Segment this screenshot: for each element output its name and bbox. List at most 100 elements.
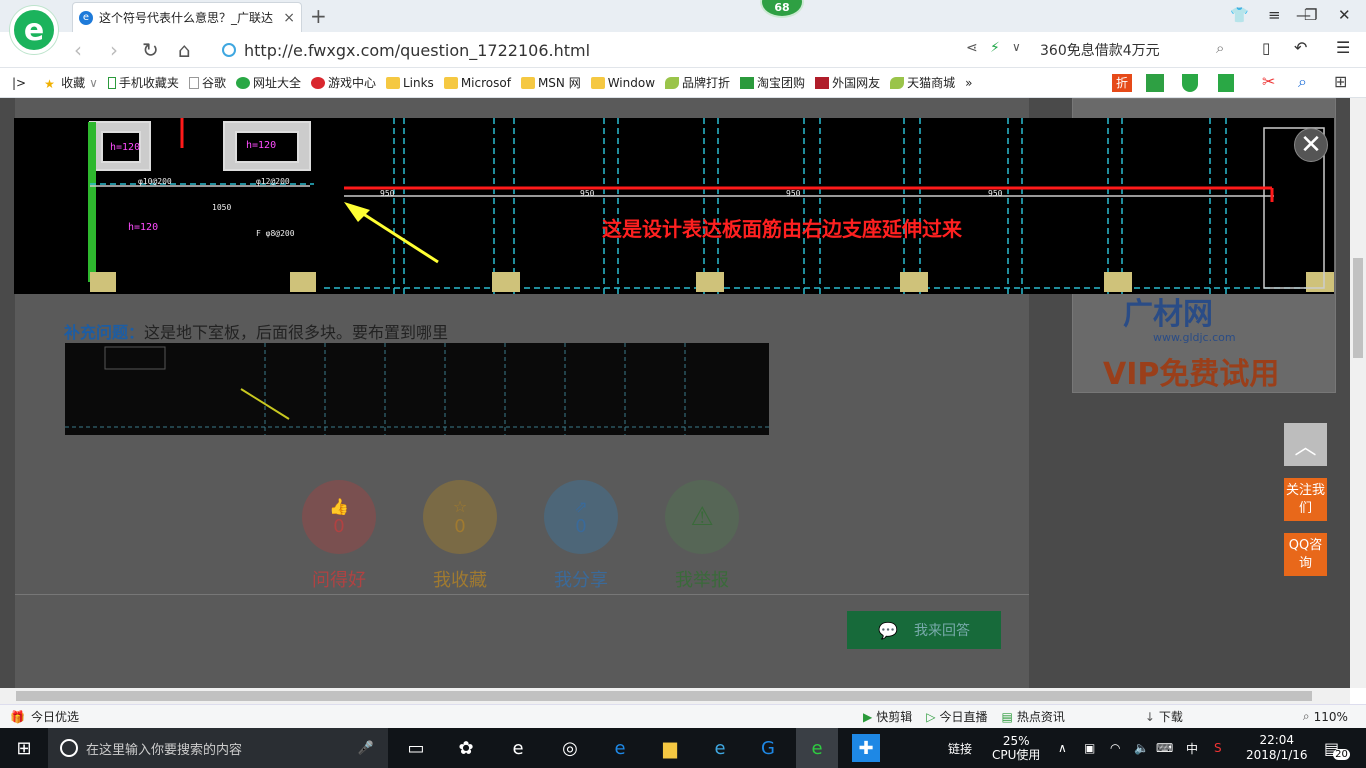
sogou-icon[interactable]: S [1214,728,1222,768]
task-view-icon[interactable]: ▭ [402,734,430,762]
app-icon[interactable]: ◎ [556,734,584,762]
translate-icon[interactable] [1218,74,1234,92]
bookmark-item[interactable]: 网址大全 [235,74,301,91]
mobile-icon[interactable]: ▯ [1262,39,1270,57]
windows-start-icon[interactable]: ⊞ [10,734,38,762]
menu-icon[interactable]: ≡ [1268,6,1281,24]
zoom-level[interactable]: 110% [1314,710,1348,724]
url-field[interactable]: http://e.fwxgx.com/question_1722106.html [222,36,1032,64]
network-icon[interactable]: ▣ [1084,728,1095,768]
tab-close-icon[interactable]: × [283,10,295,26]
search-text: 360免息借款4万元 [1040,43,1160,59]
action-report[interactable]: ⚠ 我举报 [665,480,739,592]
answer-button[interactable]: 💬 我来回答 [847,611,1001,649]
cad-label: F φ8@200 [256,229,295,238]
new-tab-button[interactable]: + [310,4,327,28]
browser-tab[interactable]: e 这个符号代表什么意思？_广联达 × [72,2,302,32]
browser-logo[interactable]: e [10,6,58,54]
ime-indicator[interactable]: 中 [1186,728,1198,768]
flag-icon [815,76,830,89]
status-item[interactable]: 热点资讯 [1017,708,1065,725]
bookmark-item[interactable]: 谷歌 [188,74,226,91]
shield-icon[interactable] [1182,74,1198,92]
ie-icon[interactable]: e [706,734,734,762]
sidebar-toggle-icon[interactable]: |> [12,76,26,90]
share-icon[interactable]: ⋖ [966,40,978,56]
horizontal-scroll-thumb[interactable] [16,691,1312,701]
taskbar-search-placeholder: 在这里输入你要搜索的内容 [86,742,243,758]
action-good-question[interactable]: 👍 0 问得好 [302,480,376,592]
bookmark-item[interactable]: Links [385,76,434,90]
file-explorer-icon[interactable]: ▆ [656,734,684,762]
bookmark-item[interactable]: 淘宝团购 [740,74,805,91]
qq-consult-button[interactable]: QQ咨询 [1284,533,1327,576]
search-icon[interactable]: ⌕ [1216,39,1224,57]
leaf-icon [890,76,905,89]
today-picks-link[interactable]: 今日优选 [31,708,79,725]
taskbar-search[interactable]: 在这里输入你要搜索的内容 🎤 [48,728,388,768]
app-icon[interactable]: ✚ [852,734,880,762]
action-center-icon[interactable]: ▤ 20 [1324,728,1350,768]
share-icon: ⇗ 0 [544,480,618,554]
undo-icon[interactable]: ↶ [1294,38,1307,57]
bookmark-item[interactable]: 品牌打折 [665,74,730,91]
bookmark-item[interactable]: Window [590,76,655,90]
edge-icon[interactable]: e [606,734,634,762]
book-icon[interactable] [1146,74,1164,92]
forward-icon[interactable]: › [110,38,118,62]
bookmark-item[interactable]: Microsof [443,76,511,90]
vertical-scrollbar[interactable] [1350,98,1366,688]
bookmark-item[interactable]: ★ 收藏 ∨ [44,74,98,91]
action-favorite[interactable]: ☆ 0 我收藏 [423,480,497,592]
shirt-skin-icon[interactable]: 👕 [1230,6,1249,24]
search-field[interactable]: 360免息借款4万元 [1040,36,1240,64]
reload-icon[interactable]: ↻ [142,38,159,62]
bookmark-item[interactable]: MSN 网 [520,74,581,91]
keyboard-icon[interactable]: ⌨ [1156,728,1173,768]
lightning-icon[interactable]: ⚡ [990,40,1000,56]
action-share[interactable]: ⇗ 0 我分享 [544,480,618,592]
volume-icon[interactable]: 🔈 [1134,728,1149,768]
follow-us-button[interactable]: 关注我们 [1284,478,1327,521]
360-browser-icon[interactable]: e [796,728,838,768]
app-icon[interactable]: ✿ [452,734,480,762]
news-icon: ▤ [1001,709,1013,724]
back-icon[interactable]: ‹ [74,38,82,62]
question-image-thumbnail[interactable] [65,343,769,435]
windows-taskbar: ⊞ 在这里输入你要搜索的内容 🎤 ▭ ✿ e ◎ e ▆ e G e ✚ 链接 … [0,728,1366,768]
browser-e-icon[interactable]: e [504,734,532,762]
chevron-down-icon[interactable]: ∨ [1012,40,1021,54]
home-icon[interactable]: ⌂ [178,38,191,62]
leaf-icon [665,76,680,89]
folder-icon [385,76,400,89]
address-bar: ‹ › ↻ ⌂ http://e.fwxgx.com/question_1722… [0,32,1366,68]
status-item[interactable]: 今日直播 [939,708,987,725]
vertical-scroll-thumb[interactable] [1353,258,1363,358]
cpu-usage[interactable]: 25% CPU使用 [992,728,1040,768]
status-item[interactable]: 快剪辑 [876,708,912,725]
apps-grid-icon[interactable]: ⊞ [1334,72,1347,91]
link-label[interactable]: 链接 [948,728,972,768]
bookmark-item[interactable]: 外国网友 [815,74,880,91]
horizontal-scrollbar[interactable] [0,688,1350,704]
discount-icon[interactable]: 折 [1112,74,1132,92]
restore-icon[interactable]: ❐ [1304,6,1317,24]
bookmark-item[interactable]: 手机收藏夹 [107,74,179,91]
wifi-icon[interactable]: ◠ [1110,728,1120,768]
close-window-icon[interactable]: ✕ [1338,6,1351,24]
screenshot-icon[interactable]: ✂ [1262,72,1275,91]
back-to-top-button[interactable]: ︿ [1284,423,1327,466]
bookmark-item[interactable]: 天猫商城 [890,74,955,91]
microphone-icon[interactable]: 🎤 [358,741,374,756]
glodon-icon[interactable]: G [754,734,782,762]
clock[interactable]: 22:04 2018/1/16 [1246,728,1308,768]
zoom-search-icon[interactable]: ⌕ [1298,72,1307,92]
lightbox-close-button[interactable]: ✕ [1294,128,1328,162]
show-hidden-icons[interactable]: ∧ [1058,728,1067,768]
notification-badge[interactable]: 68 [760,0,804,18]
download-link[interactable]: 下载 [1159,708,1183,725]
cad-label: φ10@200 [138,177,172,186]
more-menu-icon[interactable]: ☰ [1336,38,1350,57]
bookmark-item[interactable]: 游戏中心 [310,74,376,91]
bookmarks-more-icon[interactable]: » [965,76,972,90]
